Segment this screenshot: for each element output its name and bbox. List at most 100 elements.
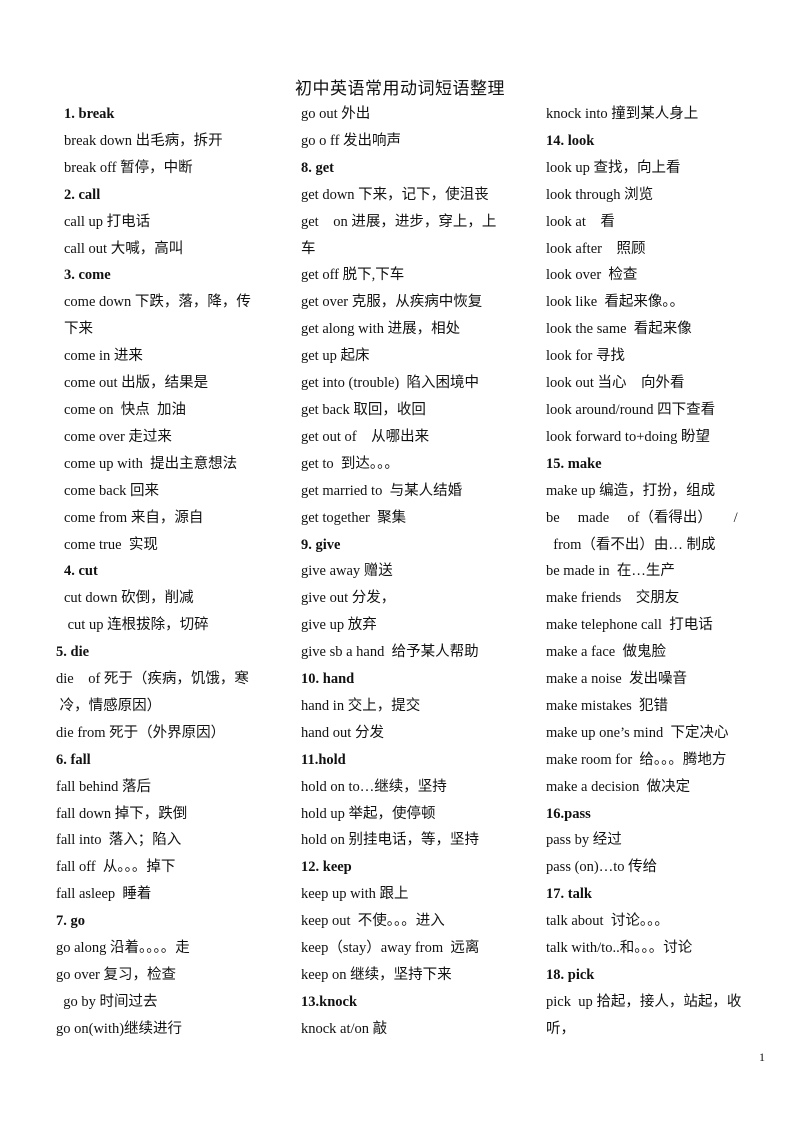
phrase-entry: fall into 落入；陷入 <box>56 832 182 849</box>
column-3: knock into 撞到某人身上 14. look look up 查找，向上看 l… <box>546 101 768 1043</box>
section-heading: 5. die <box>56 644 90 661</box>
phrase-entry: hold up 举起，使停顿 <box>301 805 436 822</box>
phrase-entry: come in 进来 <box>64 348 143 365</box>
phrase-entry: make mistakes 犯错 <box>546 697 669 714</box>
phrase-entry: keep（stay）away from 远离 <box>301 940 480 957</box>
phrase-entry: make a face 做鬼脸 <box>546 644 666 661</box>
phrase-entry: pass (on)…to 传给 <box>546 859 658 876</box>
phrase-entry: die of 死于（疾病，饥饿，寒 <box>56 671 249 688</box>
phrase-entry: look through 浏览 <box>546 186 654 203</box>
page-number: 1 <box>759 1050 765 1064</box>
phrase-entry: make a noise 发出噪音 <box>546 671 687 688</box>
column-1: 1. break break down 出毛病，拆开 break off 暂停，中断… <box>56 101 286 1043</box>
phrase-entry: fall down 掉下，跌倒 <box>56 805 188 822</box>
section-heading: 17. talk <box>546 886 592 903</box>
phrase-entry: look after 照顾 <box>546 240 646 257</box>
phrase-entry: die from 死于（外界原因） <box>56 724 226 741</box>
phrase-entry: give up 放弃 <box>301 617 377 634</box>
phrase-entry: keep on 继续，坚持下来 <box>301 967 452 983</box>
phrase-entry: come from 来自，源自 <box>64 509 204 526</box>
phrase-entry: look up 查找，向上看 <box>546 159 681 176</box>
phrase-entry: go over 复习，检查 <box>56 967 177 983</box>
phrase-entry: get into (trouble) 陷入困境中 <box>301 375 479 392</box>
phrase-entry: make friends 交朋友 <box>546 590 680 607</box>
section-heading: 9. give <box>301 536 341 553</box>
phrase-entry: cut up 连根拔除，切碎 <box>64 617 209 634</box>
phrase-entry: come true 实现 <box>64 536 158 553</box>
phrase-entry: make telephone call 打电话 <box>546 617 713 634</box>
phrase-entry: from（看不出）由… 制成 <box>546 536 716 553</box>
phrase-entry: come back 回来 <box>64 482 160 499</box>
phrase-entry: get down 下来，记下，使沮丧 <box>301 186 489 203</box>
section-heading: 16.pass <box>546 805 591 822</box>
phrase-entry: look for 寻找 <box>546 348 625 365</box>
phrase-entry: look like 看起来像。。 <box>546 294 685 311</box>
phrase-entry: look the same 看起来像 <box>546 321 692 338</box>
phrase-entry: come up with 提出主意想法 <box>64 455 238 472</box>
phrase-entry: talk about 讨论。。。 <box>546 913 669 930</box>
phrase-entry: hand in 交上，提交 <box>301 697 421 714</box>
phrase-entry: look out 当心 向外看 <box>546 375 685 392</box>
phrase-entry: break down 出毛病，拆开 <box>64 132 223 149</box>
phrase-entry: get back 取回，收回 <box>301 401 426 418</box>
document-title: 初中英语常用动词短语整理 <box>295 79 505 99</box>
phrase-entry: come out 出版，结果是 <box>64 375 209 392</box>
phrase-entry: come on 快点 加油 <box>64 401 187 418</box>
phrase-entry: hold on 别挂电话，等，坚持 <box>301 832 480 849</box>
phrase-entry: pass by 经过 <box>546 832 622 849</box>
phrase-entry: come over 走过来 <box>64 428 172 445</box>
phrase-entry: make room for 给。。。腾地方 <box>546 751 727 768</box>
phrase-entry: give away 赠送 <box>301 563 393 580</box>
phrase-entry: pick up 拾起，接人，站起，收 <box>546 993 742 1010</box>
phrase-entry: get along with 进展，相处 <box>301 321 461 338</box>
section-heading: 3. come <box>64 267 111 284</box>
column-2: go out 外出 go o ff 发出响声 8. get get down 下来，记… <box>301 101 526 1043</box>
phrase-entry: 冷，情感原因） <box>56 697 162 714</box>
phrase-entry: cut down 砍倒，削减 <box>64 590 194 607</box>
phrase-entry: call out 大喊，高叫 <box>64 240 184 257</box>
phrase-entry: look at 看 <box>546 213 615 230</box>
section-heading: 10. hand <box>301 671 355 688</box>
phrase-entry: go out 外出 <box>301 106 371 122</box>
phrase-entry: look forward to+doing 盼望 <box>546 428 711 445</box>
phrase-entry: fall asleep 睡着 <box>56 886 152 903</box>
phrase-entry: break off 暂停，中断 <box>64 159 193 176</box>
phrase-entry: knock into 撞到某人身上 <box>546 106 699 122</box>
phrase-entry: get up 起床 <box>301 348 370 365</box>
phrase-entry: get to 到达。。。 <box>301 455 399 472</box>
section-heading: 18. pick <box>546 967 595 983</box>
phrase-entry: hand out 分发 <box>301 724 384 741</box>
section-heading: 2. call <box>64 186 101 203</box>
phrase-entry: get married to 与某人结婚 <box>301 482 463 499</box>
phrase-entry: fall behind 落后 <box>56 778 152 795</box>
phrase-entry: keep out 不使。。。进入 <box>301 913 445 930</box>
phrase-entry: get out of 从哪出来 <box>301 428 430 445</box>
phrase-entry: 听， <box>546 1020 575 1037</box>
section-heading: 13.knock <box>301 993 358 1010</box>
section-heading: 7. go <box>56 913 85 930</box>
phrase-entry: go by 时间过去 <box>56 993 158 1010</box>
phrase-entry: make a decision 做决定 <box>546 778 691 795</box>
phrase-entry: get off 脱下,下车 <box>301 267 405 284</box>
phrase-entry: get over 克服，从疾病中恢复 <box>301 294 483 311</box>
phrase-entry: get on 进展，进步，穿上，上 <box>301 213 497 230</box>
phrase-entry: give sb a hand 给予某人帮助 <box>301 644 479 661</box>
phrase-entry: hold on to…继续，坚持 <box>301 778 447 795</box>
section-heading: 11.hold <box>301 751 346 768</box>
phrase-entry: look over 检查 <box>546 267 638 284</box>
phrase-entry: go o ff 发出响声 <box>301 132 402 149</box>
section-heading: 8. get <box>301 159 335 176</box>
phrase-entry: look around/round 四下查看 <box>546 401 716 418</box>
phrase-entry: knock at/on 敲 <box>301 1020 388 1037</box>
phrase-entry: be made of（看得出） / <box>546 509 738 526</box>
section-heading: 4. cut <box>64 563 98 580</box>
section-heading: 1. break <box>64 106 115 122</box>
phrase-entry: call up 打电话 <box>64 213 151 230</box>
section-heading: 6. fall <box>56 751 91 768</box>
phrase-entry: fall off 从。。。掉下 <box>56 859 176 876</box>
phrase-entry: talk with/to..和。。。讨论 <box>546 940 693 957</box>
section-heading: 15. make <box>546 455 602 472</box>
phrase-entry: give out 分发， <box>301 590 396 607</box>
section-heading: 14. look <box>546 132 595 149</box>
phrase-entry: 车 <box>301 240 316 257</box>
